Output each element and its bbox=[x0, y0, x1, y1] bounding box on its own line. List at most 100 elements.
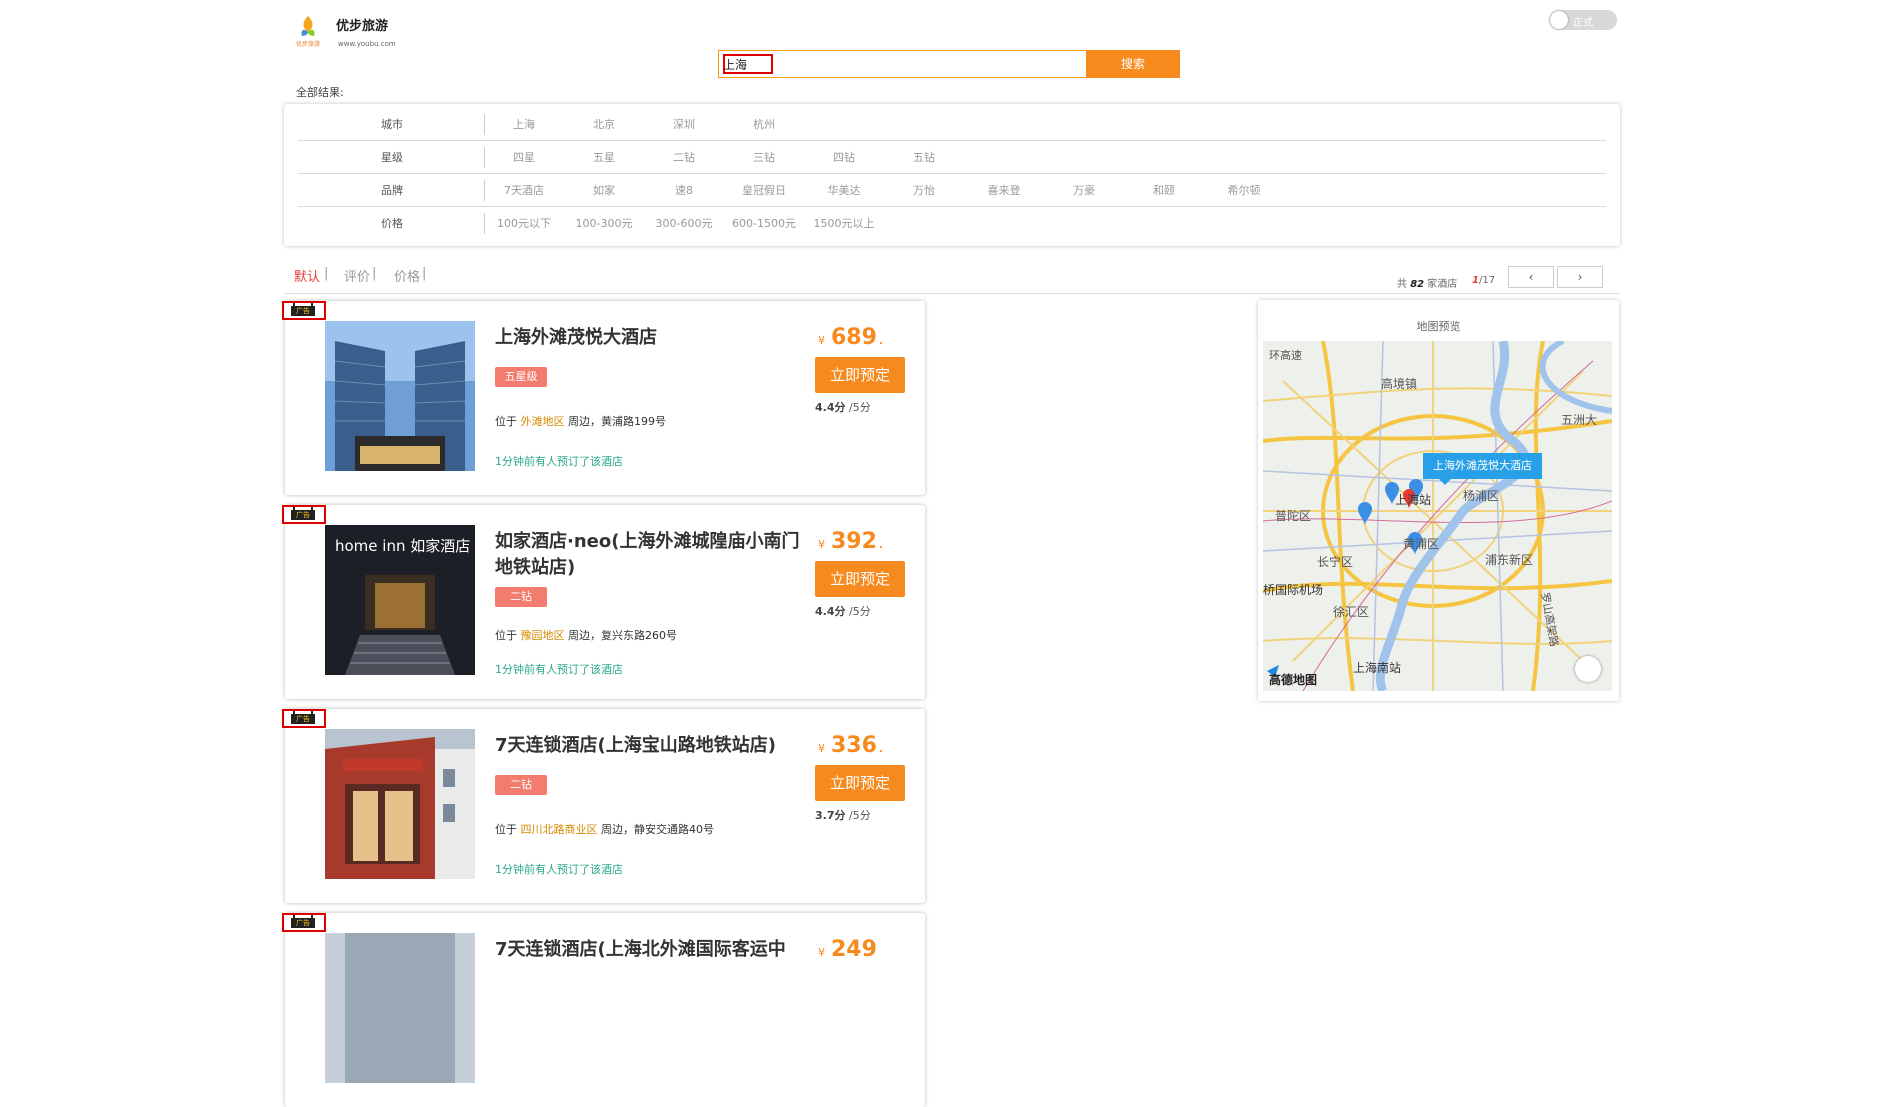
hotel-card[interactable]: 上海外滩茂悦大酒店 五星级 位于 外滩地区 周边，黄浦路199号 1分钟前有人预… bbox=[285, 301, 925, 495]
result-suffix: 家酒店 bbox=[1427, 279, 1458, 290]
search-input[interactable] bbox=[719, 51, 1086, 77]
filter-row-brand: 品牌 7天酒店 如家 速8 皇冠假日 华美达 万怡 喜来登 万豪 和颐 希尔顿 bbox=[298, 174, 1606, 207]
filter-option[interactable]: 深圳 bbox=[644, 108, 724, 141]
filter-option[interactable]: 万豪 bbox=[1044, 174, 1124, 207]
filter-option[interactable]: 二钻 bbox=[644, 141, 724, 174]
env-toggle[interactable]: 正式 bbox=[1549, 10, 1617, 30]
filter-option[interactable]: 四钻 bbox=[804, 141, 884, 174]
book-button[interactable]: 立即预定 bbox=[815, 357, 905, 393]
sort-price[interactable]: 价格 bbox=[394, 266, 420, 285]
score-suffix: /5分 bbox=[849, 809, 871, 822]
filter-label: 价格 bbox=[381, 217, 403, 230]
hotel-card[interactable]: home inn 如家酒店 如家酒店·neo(上海外滩城隍庙小南门地铁站店) 二… bbox=[285, 505, 925, 699]
hotel-name[interactable]: 7天连锁酒店(上海宝山路地铁站店) bbox=[495, 733, 805, 759]
map-label: 高境镇 bbox=[1381, 377, 1418, 391]
filter-option[interactable]: 上海 bbox=[484, 108, 564, 141]
map-tooltip[interactable]: 上海外滩茂悦大酒店 bbox=[1423, 453, 1542, 485]
filter-option[interactable]: 速8 bbox=[644, 174, 724, 207]
recent-booking: 1分钟前有人预订了该酒店 bbox=[495, 863, 623, 876]
filter-option[interactable]: 和颐 bbox=[1124, 174, 1204, 207]
map-view[interactable]: 环高速 高境镇 五洲大 上海站 杨浦区 普陀区 黄浦区 长宁区 浦东新区 桥国际… bbox=[1263, 341, 1612, 691]
price-dot: . bbox=[878, 540, 883, 551]
hotel-image[interactable]: home inn 如家酒店 bbox=[325, 525, 475, 675]
filter-option[interactable]: 五钻 bbox=[884, 141, 964, 174]
search-button[interactable]: 搜索 bbox=[1086, 50, 1180, 78]
map-label: 五洲大 bbox=[1561, 413, 1598, 427]
filter-option[interactable]: 三钻 bbox=[724, 141, 804, 174]
filter-option[interactable]: 100-300元 bbox=[564, 207, 644, 240]
filter-option[interactable]: 华美达 bbox=[804, 174, 884, 207]
sort-default[interactable]: 默认 bbox=[294, 266, 320, 285]
ad-badge: 广告 bbox=[282, 913, 326, 932]
sort-rating[interactable]: 评价 bbox=[344, 266, 370, 285]
result-count: 共 82 家酒店 bbox=[1397, 275, 1457, 290]
map-title: 地图预览 bbox=[1416, 320, 1461, 333]
map-logo: 高德地图 bbox=[1269, 673, 1318, 687]
location-prefix: 位于 bbox=[495, 415, 517, 428]
hotel-name[interactable]: 如家酒店·neo(上海外滩城隍庙小南门地铁站店) bbox=[495, 529, 805, 581]
filter-option[interactable]: 喜来登 bbox=[964, 174, 1044, 207]
hotel-name[interactable]: 7天连锁酒店(上海北外滩国际客运中 bbox=[495, 937, 805, 963]
location-suffix: 周边，黄浦路199号 bbox=[568, 415, 666, 428]
map-label: 浦东新区 bbox=[1485, 553, 1534, 567]
hotel-price: ¥392. bbox=[818, 529, 883, 554]
hotel-image[interactable] bbox=[325, 729, 475, 879]
logo: 优步旅游 bbox=[288, 12, 328, 52]
page-total: /17 bbox=[1478, 275, 1496, 286]
star-badge: 五星级 bbox=[495, 367, 547, 387]
recent-booking: 1分钟前有人预订了该酒店 bbox=[495, 455, 623, 468]
book-button[interactable]: 立即预定 bbox=[815, 765, 905, 801]
map-label: 普陀区 bbox=[1275, 509, 1312, 523]
filter-option[interactable]: 四星 bbox=[484, 141, 564, 174]
svg-text:home inn 如家酒店: home inn 如家酒店 bbox=[335, 537, 470, 555]
ad-label: 广告 bbox=[291, 711, 315, 724]
hotel-image[interactable] bbox=[325, 321, 475, 471]
filter-option[interactable]: 北京 bbox=[564, 108, 644, 141]
map-label: 长宁区 bbox=[1317, 555, 1354, 569]
filter-panel: 城市 上海 北京 深圳 杭州 星级 四星 五星 二钻 三钻 四钻 五钻 品牌 7… bbox=[284, 104, 1620, 246]
locate-icon[interactable] bbox=[1575, 656, 1601, 682]
hotel-price: ¥689. bbox=[818, 325, 883, 350]
filter-option[interactable]: 杭州 bbox=[724, 108, 804, 141]
hotel-price: ¥249 bbox=[818, 937, 877, 962]
sort-separator: | bbox=[324, 266, 329, 281]
hotel-image[interactable] bbox=[325, 933, 475, 1083]
hotel-location: 位于 豫园地区 周边，复兴东路260号 bbox=[495, 627, 677, 643]
book-button[interactable]: 立即预定 bbox=[815, 561, 905, 597]
star-badge: 二钻 bbox=[495, 587, 547, 607]
star-badge: 二钻 bbox=[495, 775, 547, 795]
hotel-card[interactable]: 7天连锁酒店(上海宝山路地铁站店) 二钻 位于 四川北路商业区 周边，静安交通路… bbox=[285, 709, 925, 903]
filter-option[interactable]: 万怡 bbox=[884, 174, 964, 207]
sort-separator: | bbox=[422, 266, 427, 281]
filter-option[interactable]: 希尔顿 bbox=[1204, 174, 1284, 207]
map-label: 杨浦区 bbox=[1463, 489, 1500, 503]
district-link[interactable]: 四川北路商业区 bbox=[521, 823, 598, 836]
hotel-location: 位于 外滩地区 周边，黄浦路199号 bbox=[495, 413, 666, 429]
map-label: 环高速 bbox=[1269, 349, 1302, 362]
filter-option[interactable]: 300-600元 bbox=[644, 207, 724, 240]
hotel-card[interactable]: 7天连锁酒店(上海北外滩国际客运中 ¥249 bbox=[285, 913, 925, 1107]
ad-label: 广告 bbox=[291, 915, 315, 928]
next-page-button[interactable]: › bbox=[1557, 266, 1603, 288]
filter-option[interactable]: 7天酒店 bbox=[484, 174, 564, 207]
district-link[interactable]: 豫园地区 bbox=[521, 629, 565, 642]
filter-row-price: 价格 100元以下 100-300元 300-600元 600-1500元 15… bbox=[298, 207, 1606, 240]
sort-separator: | bbox=[372, 266, 377, 281]
district-link[interactable]: 外滩地区 bbox=[521, 415, 565, 428]
filter-row-star: 星级 四星 五星 二钻 三钻 四钻 五钻 bbox=[298, 141, 1606, 174]
filter-option[interactable]: 五星 bbox=[564, 141, 644, 174]
filter-option[interactable]: 600-1500元 bbox=[724, 207, 804, 240]
price-value: 249 bbox=[831, 937, 877, 962]
score-value: 3.7分 bbox=[815, 809, 846, 822]
filter-option[interactable]: 100元以下 bbox=[484, 207, 564, 240]
hotel-score: 4.4分 /5分 bbox=[815, 603, 871, 619]
filter-row-city: 城市 上海 北京 深圳 杭州 bbox=[298, 108, 1606, 141]
filter-option[interactable]: 皇冠假日 bbox=[724, 174, 804, 207]
location-prefix: 位于 bbox=[495, 823, 517, 836]
map-panel: 地图预览 环高速 高境镇 五洲大 上海站 杨浦区 普陀区 黄浦区 长宁区 浦东新… bbox=[1258, 300, 1619, 701]
search-bar: 搜索 bbox=[718, 50, 1180, 78]
prev-page-button[interactable]: ‹ bbox=[1508, 266, 1554, 288]
filter-option[interactable]: 1500元以上 bbox=[804, 207, 884, 240]
hotel-name[interactable]: 上海外滩茂悦大酒店 bbox=[495, 325, 805, 351]
filter-option[interactable]: 如家 bbox=[564, 174, 644, 207]
